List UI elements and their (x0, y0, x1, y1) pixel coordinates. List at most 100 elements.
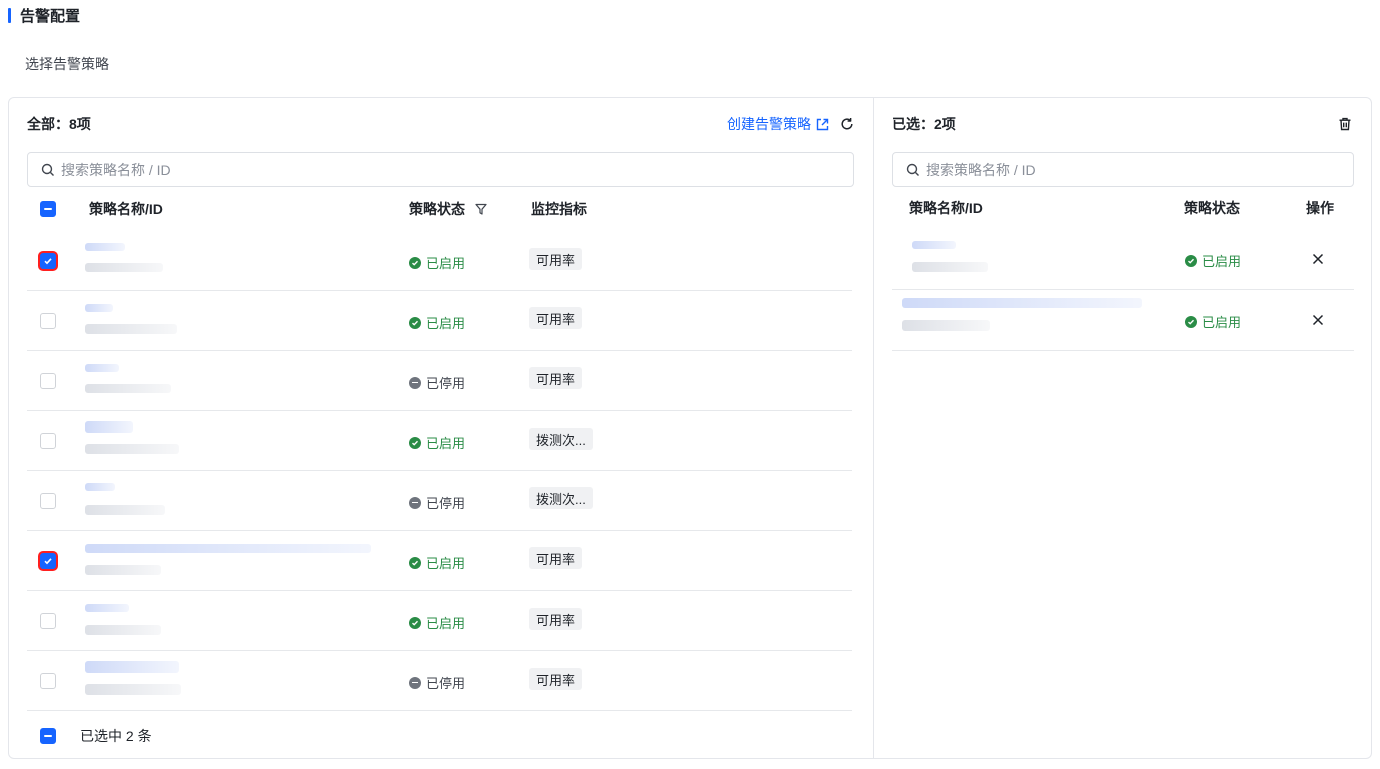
check-icon (44, 258, 52, 265)
footer-select-checkbox[interactable] (40, 728, 56, 744)
policy-status: 已启用 (409, 433, 465, 452)
refresh-icon[interactable] (839, 116, 855, 132)
policy-id-redacted (85, 263, 163, 272)
selected-row: 已启用 (892, 229, 1354, 290)
policy-status-label: 已启用 (426, 556, 466, 571)
select-all-checkbox[interactable] (40, 201, 56, 217)
minus-circle-icon (409, 676, 421, 689)
table-row[interactable]: 已停用 拨测次... (27, 471, 852, 531)
column-header-name: 策略名称/ID (89, 201, 163, 217)
row-checkbox[interactable] (40, 313, 56, 329)
row-checkbox[interactable] (40, 493, 56, 509)
table-row[interactable]: 已启用 可用率 (27, 291, 852, 351)
trash-icon[interactable] (1337, 116, 1353, 132)
policy-status: 已启用 (1185, 251, 1241, 270)
close-icon[interactable] (1310, 312, 1326, 328)
metric-tag: 可用率 (529, 668, 583, 690)
policy-id-redacted (85, 625, 161, 635)
create-policy-link[interactable]: 创建告警策略 (727, 114, 829, 134)
close-icon[interactable] (1310, 251, 1326, 267)
policy-name-redacted (85, 544, 371, 553)
external-link-icon (816, 118, 829, 130)
table-row[interactable]: 已停用 可用率 (27, 651, 852, 711)
column-header-metric: 监控指标 (531, 201, 587, 217)
metric-tag: 可用率 (529, 307, 583, 329)
minus-icon (44, 208, 52, 210)
minus-circle-icon (409, 376, 421, 389)
metric-tag: 可用率 (529, 367, 583, 389)
minus-icon (44, 735, 52, 737)
row-checkbox[interactable] (40, 613, 56, 629)
table-row[interactable]: 已启用 拨测次... (27, 411, 852, 471)
section-header: 告警配置 (8, 5, 80, 25)
selected-row: 已启用 (892, 290, 1354, 351)
table-row[interactable]: 已停用 可用率 (27, 351, 852, 411)
selected-count-label: 已选中 2 条 (80, 728, 152, 744)
right-panel-header: 已选：2项 (892, 114, 1353, 134)
filter-icon[interactable] (475, 203, 487, 215)
right-table-header: 策略名称/ID 策略状态 操作 (892, 196, 1354, 220)
policy-id-redacted (85, 505, 165, 515)
left-panel-header: 全部：8项 创建告警策略 (27, 114, 855, 134)
metric-tag: 可用率 (529, 608, 583, 630)
column-header-status: 策略状态 (1184, 200, 1240, 216)
policy-status-label: 已停用 (426, 376, 466, 391)
row-checkbox[interactable] (40, 673, 56, 689)
table-row[interactable]: 已启用 可用率 (27, 231, 852, 291)
check-circle-icon (409, 616, 421, 629)
table-row[interactable]: 已启用 可用率 (27, 531, 852, 591)
policy-id-redacted (912, 262, 988, 272)
left-table-header: 策略名称/ID 策略状态 监控指标 (27, 197, 852, 221)
policy-status-label: 已启用 (1202, 254, 1242, 269)
check-circle-icon (1185, 254, 1197, 267)
check-circle-icon (409, 436, 421, 449)
policy-name-redacted (85, 604, 129, 612)
row-checkbox[interactable] (40, 373, 56, 389)
left-search-box[interactable] (27, 152, 854, 187)
column-header-name: 策略名称/ID (909, 200, 983, 216)
policy-name-redacted (912, 241, 956, 249)
right-search-box[interactable] (892, 152, 1354, 187)
row-checkbox[interactable] (40, 253, 56, 269)
policy-status-label: 已启用 (426, 256, 466, 271)
metric-tag: 拨测次... (529, 487, 593, 509)
minus-circle-icon (409, 496, 421, 509)
policy-status-label: 已启用 (426, 616, 466, 631)
policy-name-redacted (85, 304, 113, 312)
search-icon (41, 163, 54, 176)
policy-status-label: 已启用 (1202, 315, 1242, 330)
section-accent-bar (8, 7, 11, 23)
metric-tag: 可用率 (529, 547, 583, 569)
all-policies-panel: 全部：8项 创建告警策略 策略名称/ID (9, 98, 873, 758)
left-search-input[interactable] (61, 161, 853, 178)
policy-status: 已停用 (409, 673, 465, 692)
policy-status: 已停用 (409, 493, 465, 512)
section-title: 告警配置 (20, 7, 81, 25)
selected-policies-panel: 已选：2项 策略名称/ID 策略状态 操作 已启用 (873, 98, 1371, 758)
create-policy-link-label: 创建告警策略 (727, 116, 811, 132)
policy-id-redacted (85, 384, 171, 393)
metric-tag: 拨测次... (529, 428, 593, 450)
row-checkbox[interactable] (40, 433, 56, 449)
policy-id-redacted (85, 684, 181, 695)
column-header-status-label: 策略状态 (409, 201, 465, 217)
column-header-status: 策略状态 (409, 199, 487, 219)
policy-status-label: 已停用 (426, 676, 466, 691)
policy-status: 已启用 (409, 313, 465, 332)
policy-id-redacted (85, 565, 161, 575)
selected-count-title: 已选：2项 (892, 116, 956, 132)
policy-name-redacted (85, 661, 179, 673)
policy-id-redacted (85, 444, 179, 454)
row-checkbox[interactable] (40, 553, 56, 569)
policy-id-redacted (902, 320, 990, 331)
right-search-input[interactable] (926, 161, 1353, 178)
metric-tag: 可用率 (529, 248, 583, 270)
column-header-action: 操作 (1306, 200, 1334, 216)
policy-status: 已启用 (409, 613, 465, 632)
policy-status-label: 已启用 (426, 436, 466, 451)
policy-name-redacted (85, 483, 115, 491)
policy-transfer: 全部：8项 创建告警策略 策略名称/ID (8, 97, 1372, 759)
table-row[interactable]: 已启用 可用率 (27, 591, 852, 651)
check-circle-icon (409, 256, 421, 269)
policy-status: 已停用 (409, 373, 465, 392)
